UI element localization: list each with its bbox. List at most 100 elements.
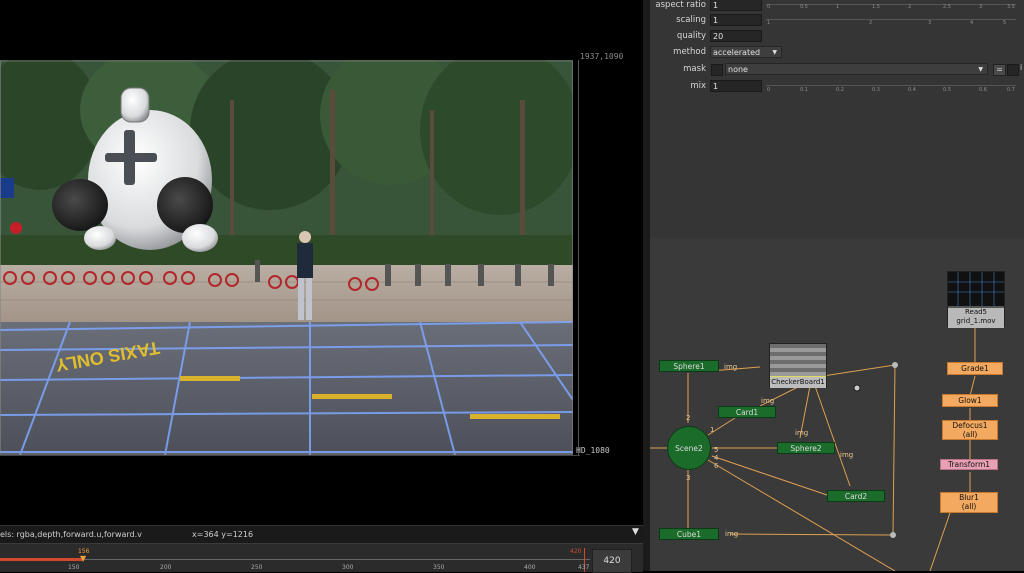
defocus1-name: Defocus1 — [952, 421, 988, 430]
param-label: mask — [683, 64, 706, 74]
scaling-field[interactable]: 1 — [710, 14, 762, 26]
current-frame-field[interactable]: 420 — [592, 549, 632, 573]
mask-eq-button[interactable]: = — [993, 64, 1006, 76]
slider-tick-label: 3 — [979, 4, 983, 10]
aspect-ratio-field[interactable]: 1 — [710, 0, 762, 11]
defocus1-sub: (all) — [962, 430, 978, 439]
param-label: mix — [690, 81, 706, 91]
slider-tick-label: 3 — [928, 20, 932, 26]
timeline-tick: 150 — [68, 564, 80, 571]
timeline-track — [0, 559, 590, 560]
edge-label-2: 2 — [686, 414, 691, 422]
slider-tick-label: 2.5 — [943, 4, 951, 10]
slider-tick-label: 1.5 — [872, 4, 880, 10]
viewer-pipe-dot — [853, 384, 861, 392]
node-card2[interactable]: Card2 — [827, 490, 885, 502]
slider-tick-label: 5 — [1003, 20, 1007, 26]
edge-label-5: 5 — [714, 446, 719, 454]
node-read5[interactable]: Read5 grid_1.mov — [947, 271, 1005, 328]
edge-label-img: img — [840, 451, 854, 459]
slider-tick-label: 4 — [970, 20, 974, 26]
node-sphere2[interactable]: Sphere2 — [777, 442, 835, 454]
timeline[interactable]: 156 ▼ 420 150 200 250 300 350 400 437 — [0, 543, 643, 572]
invert-checkbox[interactable] — [1007, 64, 1019, 76]
info-dropdown-icon[interactable]: ▼ — [632, 527, 639, 537]
param-row-quality: quality 20 — [650, 28, 1024, 44]
mask-checkbox[interactable] — [711, 64, 723, 76]
slider-tick-label: 0.6 — [979, 87, 987, 93]
timeline-tick: 350 — [433, 564, 445, 571]
checkerboard-thumbnail — [770, 344, 826, 377]
node-transform1[interactable]: Transform1 — [940, 459, 998, 470]
param-label: quality — [676, 31, 706, 41]
slider-tick-label: 0.3 — [872, 87, 880, 93]
node-grade1[interactable]: Grade1 — [947, 362, 1003, 375]
blur1-sub: (all) — [961, 502, 977, 511]
edge-label-1: 1 — [710, 426, 715, 434]
edge-label-img: img — [795, 429, 809, 437]
node-cube1[interactable]: Cube1 — [659, 528, 719, 540]
node-scene2[interactable]: Scene2 — [667, 426, 711, 470]
node-card1[interactable]: Card1 — [718, 406, 776, 418]
slider-tick-label: 1 — [836, 4, 840, 10]
node-sphere1[interactable]: Sphere1 — [659, 360, 719, 372]
in-marker-icon[interactable]: ▼ — [80, 555, 86, 563]
timeline-tick: 250 — [251, 564, 263, 571]
mix-slider[interactable] — [766, 85, 1016, 86]
slider-tick-label: 0 — [767, 87, 771, 93]
format-name-label: HD_1080 — [576, 446, 610, 455]
param-row-mask: mask none ▼ = i — [650, 61, 1024, 77]
panel-divider[interactable] — [643, 0, 650, 571]
edge-label-3: 3 — [686, 474, 691, 482]
param-row-scaling: scaling 1 1 2 3 4 5 — [650, 12, 1024, 28]
node-blur1[interactable]: Blur1 (all) — [940, 492, 998, 513]
read5-label-area: Read5 grid_1.mov — [948, 308, 1004, 328]
timeline-tick: 300 — [342, 564, 354, 571]
viewer-image[interactable]: TAXIS ONLY — [0, 60, 573, 455]
composited-frame: TAXIS ONLY — [0, 60, 573, 455]
format-bottom-line — [0, 455, 580, 456]
method-value: accelerated — [713, 48, 761, 57]
method-dropdown[interactable]: accelerated ▼ — [710, 46, 782, 58]
param-label: scaling — [676, 15, 706, 25]
viewer-panel[interactable]: 1937,1090 TAXIS ONLY HD_1080 — [0, 0, 643, 525]
invert-label: i — [1020, 63, 1023, 72]
cursor-coords: x=364 y=1216 — [192, 530, 254, 539]
properties-panel: aspect ratio 1 0 0.5 1 1.5 2 2.5 3 3.5 s… — [650, 0, 1024, 121]
edge-label-img: img — [724, 363, 738, 371]
node-glow1[interactable]: Glow1 — [942, 394, 998, 407]
timeline-tick: 400 — [524, 564, 536, 571]
checkerboard1-label: CheckerBoard1 — [770, 377, 826, 388]
edge-label-img: img — [725, 530, 739, 538]
param-row-mix: mix 1 0 0.1 0.2 0.3 0.4 0.5 0.6 0.7 — [650, 78, 1024, 94]
timeline-tick: 437 — [578, 564, 590, 571]
slider-tick-label: 1 — [767, 20, 771, 26]
viewer-info-bar: els: rgba,depth,forward.u,forward.v x=36… — [0, 525, 643, 544]
node-defocus1[interactable]: Defocus1 (all) — [942, 420, 998, 440]
timeline-range-fill — [0, 558, 82, 561]
edge-label-img: img — [761, 397, 775, 405]
dot-node — [892, 362, 898, 368]
chevron-down-icon: ▼ — [772, 49, 777, 56]
edge-label-6: 6 — [714, 462, 719, 470]
mask-dropdown[interactable]: none ▼ — [725, 63, 988, 75]
mask-value: none — [728, 65, 748, 74]
param-label: method — [673, 47, 706, 57]
chevron-down-icon: ▼ — [978, 66, 983, 73]
timeline-tick: 200 — [160, 564, 172, 571]
channels-info: els: rgba,depth,forward.u,forward.v — [0, 530, 142, 539]
slider-tick-label: 2 — [869, 20, 873, 26]
read5-filename: grid_1.mov — [956, 317, 996, 325]
edge-label-4: 4 — [714, 454, 719, 462]
scaling-slider[interactable] — [766, 19, 1016, 20]
node-graph[interactable]: Read5 grid_1.mov Grade1 Glow1 Defocus1 (… — [650, 238, 1024, 571]
slider-tick-label: 0 — [767, 4, 771, 10]
node-checkerboard1[interactable]: CheckerBoard1 — [769, 343, 827, 388]
read5-name: Read5 — [964, 308, 988, 316]
mix-field[interactable]: 1 — [710, 80, 762, 92]
slider-tick-label: 0.2 — [836, 87, 844, 93]
quality-field[interactable]: 20 — [710, 30, 762, 42]
properties-empty-area — [650, 120, 1024, 238]
slider-tick-label: 0.7 — [1007, 87, 1015, 93]
dot-node — [890, 532, 896, 538]
